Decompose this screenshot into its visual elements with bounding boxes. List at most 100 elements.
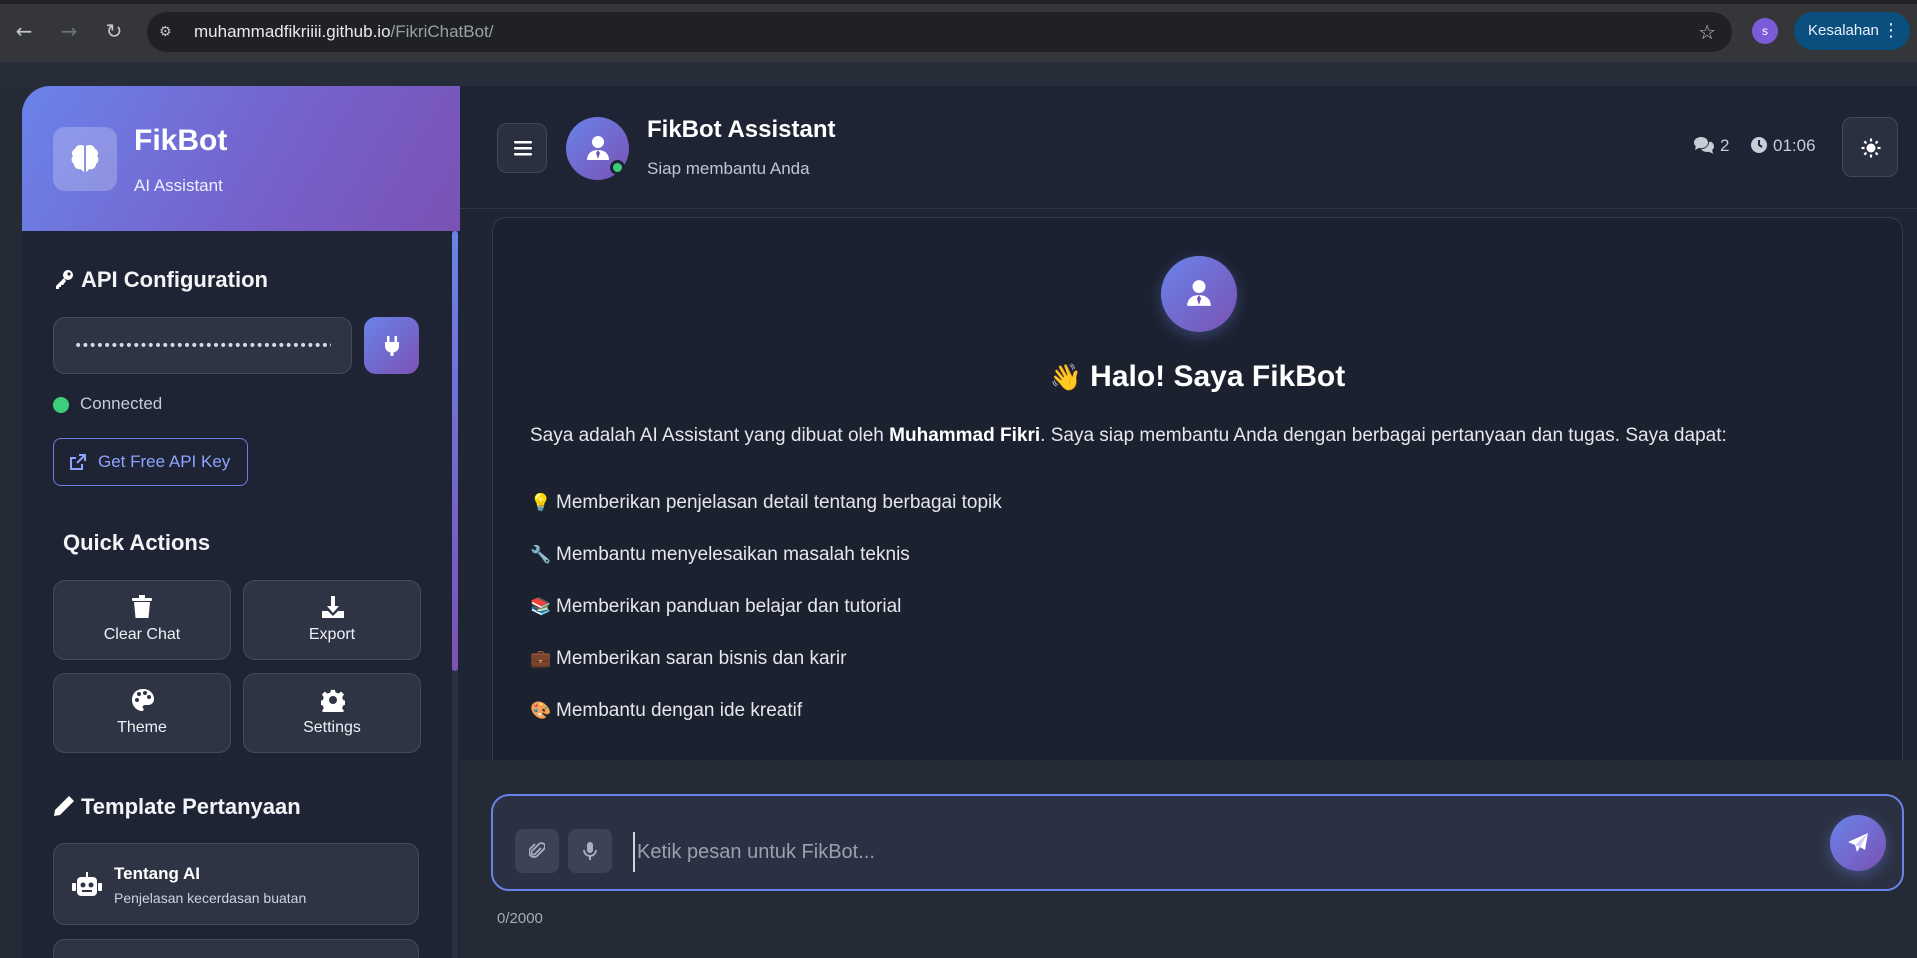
get-api-key-link[interactable]: Get Free API Key — [53, 438, 248, 486]
capability-text: Memberikan panduan belajar dan tutorial — [556, 596, 902, 617]
brand-title: FikBot — [134, 124, 228, 157]
capability-text: Memberikan penjelasan detail tentang ber… — [556, 492, 1002, 513]
session-timer-value: 01:06 — [1773, 136, 1816, 155]
welcome-avatar — [1161, 256, 1237, 332]
api-config-title-text: API Configuration — [81, 267, 268, 292]
url-text[interactable]: muhammadfikriiii.github.io/FikriChatBot/ — [194, 22, 494, 42]
connect-plug-button[interactable] — [364, 317, 419, 374]
reload-icon[interactable]: ↻ — [100, 17, 128, 45]
get-api-key-label: Get Free API Key — [98, 452, 231, 471]
user-tie-icon — [1187, 280, 1211, 306]
capability-text: Memberikan saran bisnis dan karir — [556, 648, 847, 669]
message-input[interactable] — [633, 832, 1633, 872]
send-button[interactable] — [1830, 815, 1886, 871]
url-path: /FikriChatBot/ — [390, 22, 494, 41]
wave-emoji-icon: 👋 — [1049, 363, 1083, 393]
composer-area: 0/2000 — [460, 760, 1917, 958]
theme-toggle-button[interactable] — [1842, 117, 1898, 177]
bot-name: FikBot Assistant — [647, 116, 836, 143]
composer-box[interactable] — [491, 794, 1904, 891]
capability-text: Membantu dengan ide kreatif — [556, 700, 803, 721]
trash-icon — [132, 595, 152, 618]
profile-avatar[interactable]: s — [1752, 18, 1778, 44]
export-label: Export — [308, 626, 356, 643]
back-arrow-icon[interactable]: ← — [10, 17, 38, 45]
settings-label: Settings — [303, 719, 361, 736]
clear-chat-button[interactable]: Clear Chat — [53, 580, 231, 660]
external-link-icon — [70, 454, 86, 470]
capability-item: 💡 Memberikan penjelasan detail tentang be… — [530, 492, 1002, 514]
attach-button[interactable] — [515, 829, 559, 873]
bot-status: Siap membantu Anda — [647, 159, 810, 178]
sidebar-scroll-thumb[interactable] — [452, 231, 458, 671]
character-counter: 0/2000 — [497, 910, 543, 927]
welcome-title: 👋 Halo! Saya FikBot — [493, 360, 1902, 394]
chat-messages[interactable]: 👋 Halo! Saya FikBot Saya adalah AI Assist… — [460, 210, 1917, 777]
plug-icon — [385, 336, 399, 356]
send-icon — [1848, 833, 1868, 852]
browser-top-edge — [0, 0, 1917, 4]
address-bar[interactable]: ⚙ muhammadfikriiii.github.io/FikriChatBo… — [147, 12, 1732, 52]
intro-text-start: Saya adalah AI Assistant yang dibuat ole… — [530, 425, 890, 446]
template-card[interactable] — [53, 939, 419, 958]
capability-item: 🎨 Membantu dengan ide kreatif — [530, 700, 802, 722]
theme-button[interactable]: Theme — [53, 673, 231, 753]
bookmark-star-icon[interactable]: ☆ — [1698, 20, 1716, 44]
voice-input-button[interactable] — [568, 829, 612, 873]
comments-icon — [1694, 137, 1714, 154]
menu-toggle-button[interactable] — [497, 123, 547, 173]
download-icon — [322, 596, 344, 618]
error-chip-label: Kesalahan — [1808, 22, 1879, 39]
chat-main: FikBot Assistant Siap membantu Anda 2 01… — [460, 86, 1917, 958]
templates-title-text: Template Pertanyaan — [81, 794, 301, 819]
site-info-icon[interactable]: ⚙ — [159, 22, 179, 42]
brain-icon — [53, 127, 117, 191]
user-tie-icon — [587, 136, 609, 160]
brand-subtitle: AI Assistant — [134, 176, 223, 195]
template-card[interactable]: Tentang AI Penjelasan kecerdasan buatan — [53, 843, 419, 925]
wrench-icon: 🔧 — [530, 545, 552, 565]
more-vert-icon[interactable]: ⋮ — [1882, 12, 1900, 50]
paperclip-icon — [529, 842, 545, 858]
palette-icon — [132, 689, 154, 711]
api-key-input[interactable] — [53, 317, 352, 374]
author-name: Muhammad Fikri — [889, 425, 1041, 446]
url-host: muhammadfikriiii.github.io — [194, 22, 391, 41]
clear-chat-label: Clear Chat — [103, 626, 181, 643]
quick-actions-title: Quick Actions — [63, 530, 211, 555]
capability-text: Membantu menyelesaikan masalah teknis — [556, 544, 910, 565]
sidebar: FikBot AI Assistant API Configuration Co… — [22, 86, 460, 958]
status-indicator — [53, 397, 69, 413]
microphone-icon — [583, 842, 597, 860]
intro-text-end: . Saya siap membantu Anda dengan berbaga… — [1040, 425, 1727, 446]
capability-item: 🔧 Membantu menyelesaikan masalah teknis — [530, 544, 910, 566]
app-root: FikBot AI Assistant API Configuration Co… — [0, 86, 1917, 958]
online-indicator — [610, 160, 625, 175]
chat-header: FikBot Assistant Siap membantu Anda 2 01… — [460, 86, 1917, 209]
welcome-card: 👋 Halo! Saya FikBot Saya adalah AI Assist… — [492, 217, 1903, 777]
api-config-title: API Configuration — [53, 267, 268, 293]
message-count-value: 2 — [1720, 136, 1730, 155]
session-timer: 01:06 — [1750, 136, 1816, 156]
robot-icon — [72, 872, 102, 896]
forward-arrow-icon[interactable]: → — [55, 17, 83, 45]
browser-toolbar: ← → ↻ ⚙ muhammadfikriiii.github.io/Fikri… — [0, 0, 1917, 62]
connection-status: Connected — [80, 394, 163, 413]
welcome-intro: Saya adalah AI Assistant yang dibuat ole… — [530, 425, 1727, 447]
templates-title: Template Pertanyaan — [53, 794, 301, 820]
key-icon — [56, 270, 73, 289]
template-description: Penjelasan kecerdasan buatan — [114, 890, 307, 906]
theme-label: Theme — [117, 719, 167, 736]
sun-icon — [1861, 138, 1881, 158]
clock-icon — [1751, 137, 1767, 153]
books-icon: 📚 — [530, 597, 552, 617]
settings-button[interactable]: Settings — [243, 673, 421, 753]
sidebar-header: FikBot AI Assistant — [22, 86, 460, 231]
export-button[interactable]: Export — [243, 580, 421, 660]
palette-icon: 🎨 — [530, 701, 552, 721]
error-chip[interactable]: Kesalahan ⋮ — [1794, 12, 1910, 50]
capability-item: 💼 Memberikan saran bisnis dan karir — [530, 648, 846, 670]
message-count: 2 — [1693, 136, 1729, 156]
hamburger-icon — [514, 141, 532, 156]
pencil-icon — [54, 796, 74, 816]
